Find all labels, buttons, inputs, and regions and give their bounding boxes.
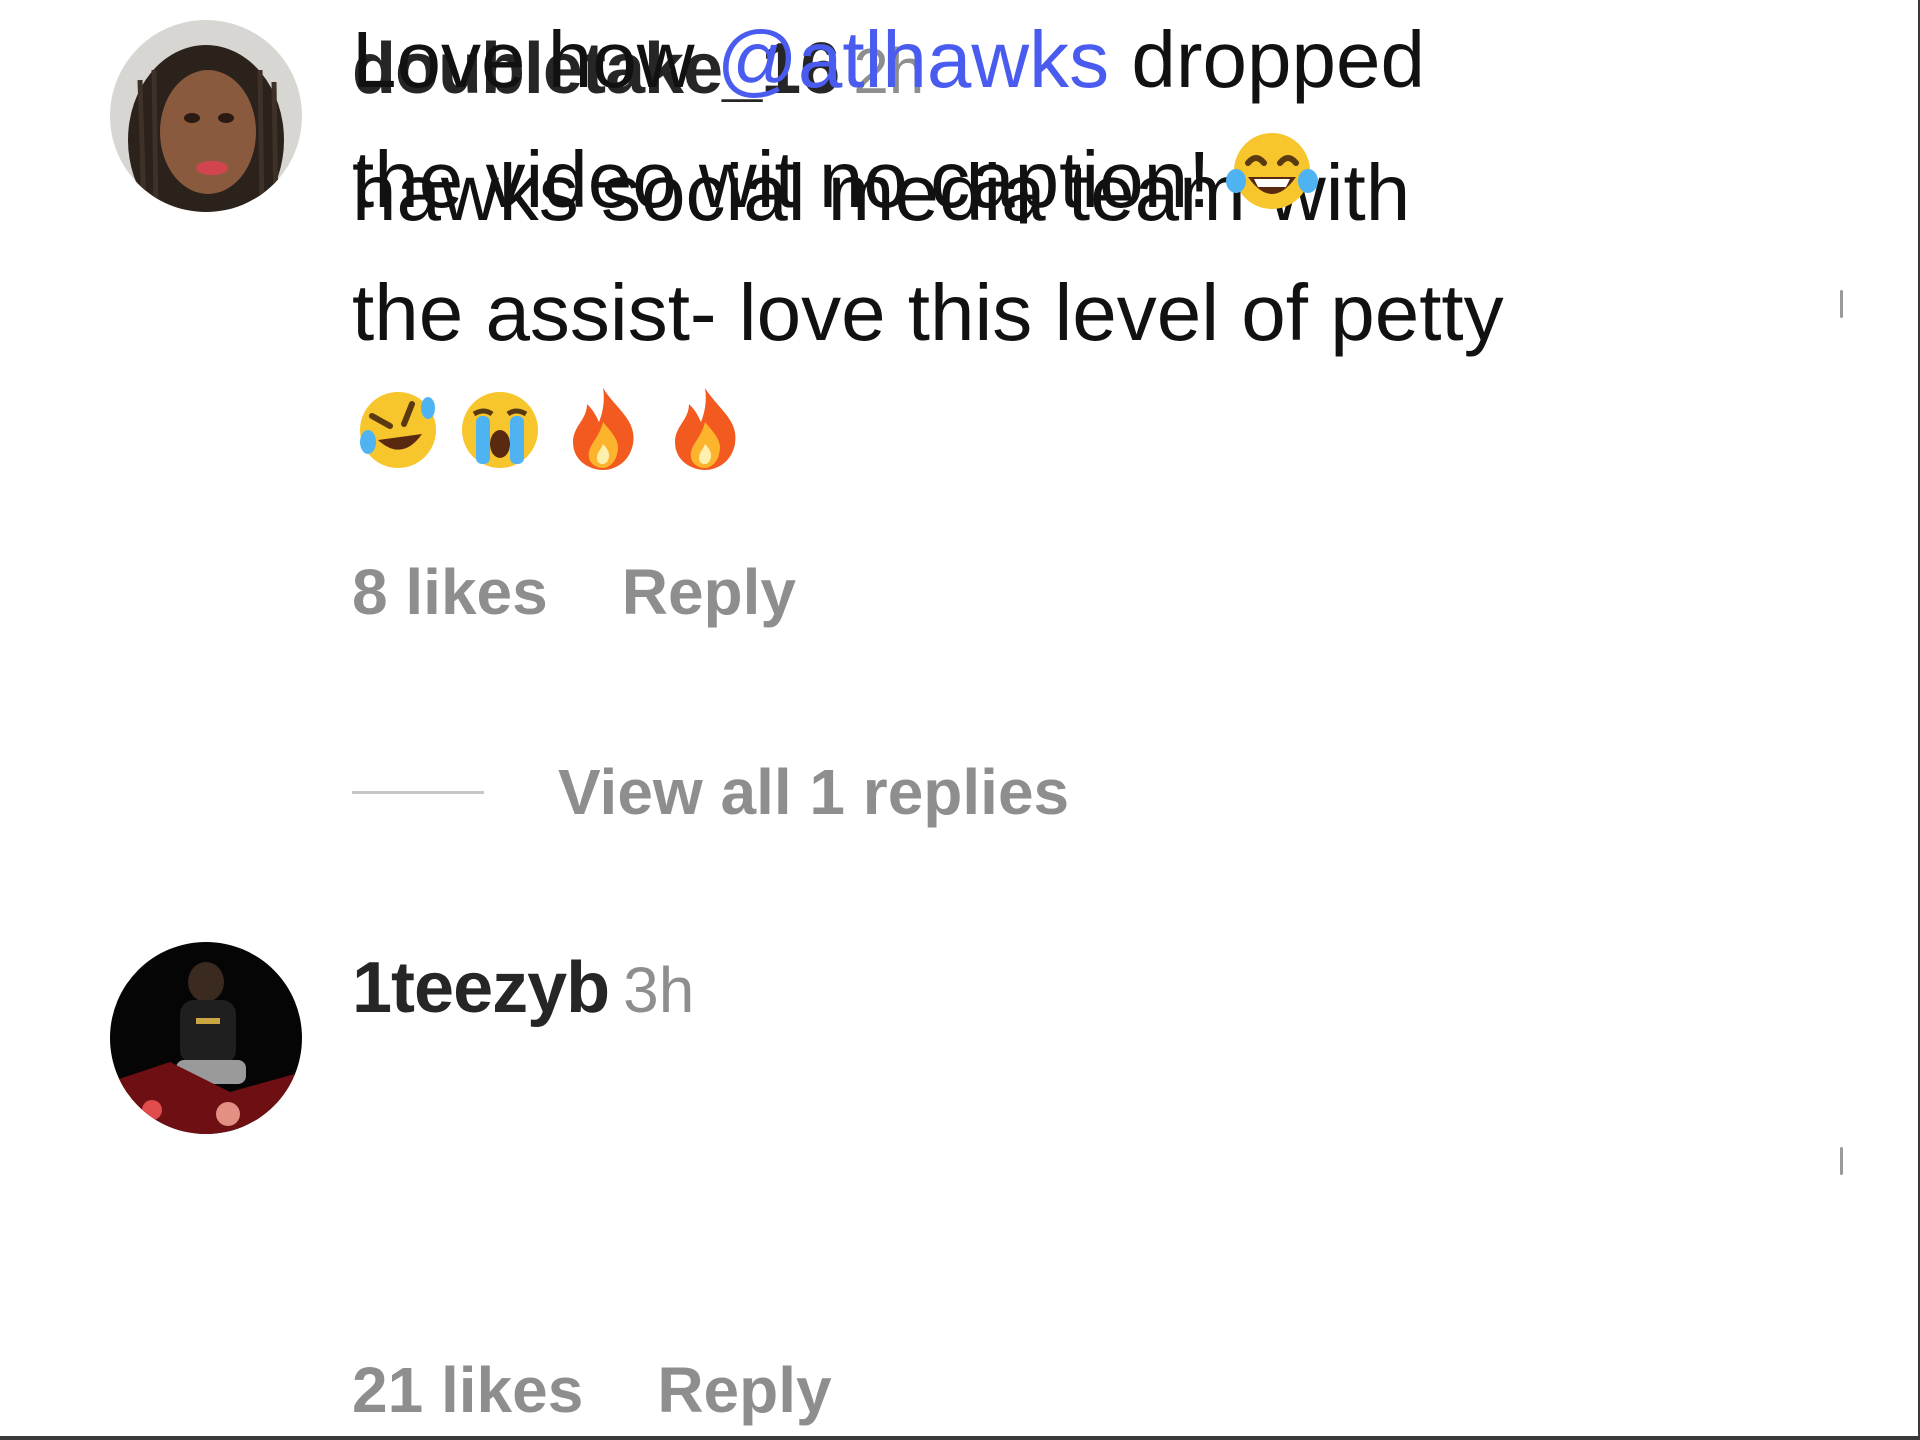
comments-panel: doubletake_16 2h hawks social media team … [0,0,1920,1440]
comment-actions: 21 likes Reply [352,1348,832,1432]
comment-text-segment: the video wit no caption! [352,135,1211,224]
avatar-image [110,20,302,212]
timestamp: 3h [623,954,695,1026]
scroll-indicator [1840,1147,1843,1175]
face-with-tears-of-joy-emoji [1224,125,1320,221]
comment-text-line: the assist- love this level of petty [352,268,1504,357]
replies-divider [352,790,484,794]
reply-button[interactable]: Reply [622,556,796,628]
comment-text-segment: dropped [1109,15,1425,104]
rolling-on-floor-laughing-emoji [352,382,444,474]
username[interactable]: 1teezyb [352,948,610,1028]
comment-text-line: Love how @atlhawks dropped [352,0,1425,120]
view-replies-button[interactable]: View all 1 replies [352,750,1069,834]
comment-item: 1teezyb 3h [0,925,1918,1436]
comment-text-segment: Love how [352,15,717,104]
avatar[interactable] [110,20,302,212]
likes-count[interactable]: 8 likes [352,556,548,628]
view-replies-label: View all 1 replies [558,756,1070,828]
comment-actions: 8 likes Reply [352,550,796,634]
fire-emoji [557,382,649,474]
emoji-row [352,382,757,482]
reply-button[interactable]: Reply [657,1354,831,1426]
avatar[interactable] [110,942,302,1134]
mention-link[interactable]: @atlhawks [717,15,1109,104]
loudly-crying-emoji [454,382,546,474]
comment-text: Love how @atlhawks dropped the video wit… [352,0,1425,240]
likes-count[interactable]: 21 likes [352,1354,583,1426]
scroll-indicator [1840,290,1843,318]
fire-emoji [659,382,751,474]
avatar-image [110,942,302,1134]
comment-text-line: the video wit no caption! [352,120,1425,240]
comment-header: 1teezyb 3h [352,947,694,1029]
